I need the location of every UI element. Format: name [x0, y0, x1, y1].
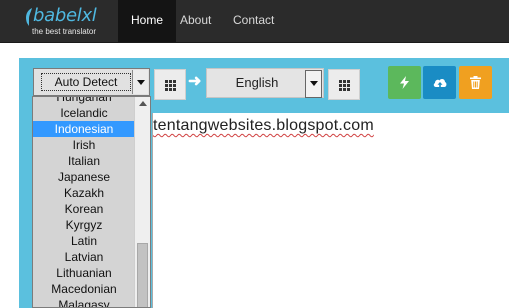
- arrow-right-icon: ➜: [188, 73, 202, 90]
- lightning-icon: [400, 76, 409, 89]
- delete-button[interactable]: [459, 66, 492, 99]
- language-option[interactable]: Macedonian: [33, 281, 135, 297]
- source-language-select[interactable]: Auto Detect: [33, 68, 150, 96]
- language-option[interactable]: Icelandic: [33, 105, 135, 121]
- language-option[interactable]: Italian: [33, 153, 135, 169]
- nav-contact[interactable]: Contact: [220, 0, 287, 42]
- trash-icon: [470, 76, 481, 89]
- source-language-dropdown-list[interactable]: Hungarian Icelandic Indonesian Irish Italian…: [32, 96, 151, 308]
- scroll-up-arrow-icon[interactable]: [139, 101, 147, 106]
- grid-icon: [339, 80, 350, 91]
- language-option[interactable]: Kyrgyz: [33, 217, 135, 233]
- brand-logo[interactable]: babelxl the best translator: [24, 6, 116, 36]
- target-language-select[interactable]: English: [206, 68, 324, 98]
- source-text-area[interactable]: tentangwebsites.blogspot.com: [152, 113, 509, 308]
- translate-button[interactable]: [388, 66, 421, 99]
- chevron-down-icon[interactable]: [305, 70, 322, 98]
- language-option[interactable]: Korean: [33, 201, 135, 217]
- upload-button[interactable]: [423, 66, 456, 99]
- source-text: tentangwebsites.blogspot.com: [153, 117, 374, 134]
- language-option[interactable]: Japanese: [33, 169, 135, 185]
- language-option[interactable]: Hungarian: [33, 97, 135, 105]
- language-option[interactable]: Latvian: [33, 249, 135, 265]
- scrollbar-thumb[interactable]: [137, 243, 148, 307]
- language-option[interactable]: Malagasy: [33, 297, 135, 307]
- language-option[interactable]: Irish: [33, 137, 135, 153]
- brand-tagline: the best translator: [32, 27, 97, 36]
- source-language-value: Auto Detect: [41, 73, 131, 91]
- grid-icon: [165, 80, 176, 91]
- target-keyboard-button[interactable]: [328, 69, 360, 100]
- dropdown-scrollbar[interactable]: [134, 97, 150, 307]
- language-option[interactable]: Kazakh: [33, 185, 135, 201]
- nav-about[interactable]: About: [167, 0, 224, 42]
- top-navbar: babelxl the best translator Home About C…: [0, 0, 509, 43]
- target-language-value: English: [235, 75, 279, 90]
- language-options: Hungarian Icelandic Indonesian Irish Italian…: [33, 97, 135, 307]
- source-keyboard-button[interactable]: [154, 69, 186, 100]
- language-option[interactable]: Indonesian: [33, 121, 135, 137]
- language-option[interactable]: Latin: [33, 233, 135, 249]
- language-option[interactable]: Lithuanian: [33, 265, 135, 281]
- chevron-down-icon[interactable]: [132, 70, 148, 94]
- cloud-upload-icon: [433, 78, 447, 88]
- brand-name: babelxl: [33, 5, 97, 26]
